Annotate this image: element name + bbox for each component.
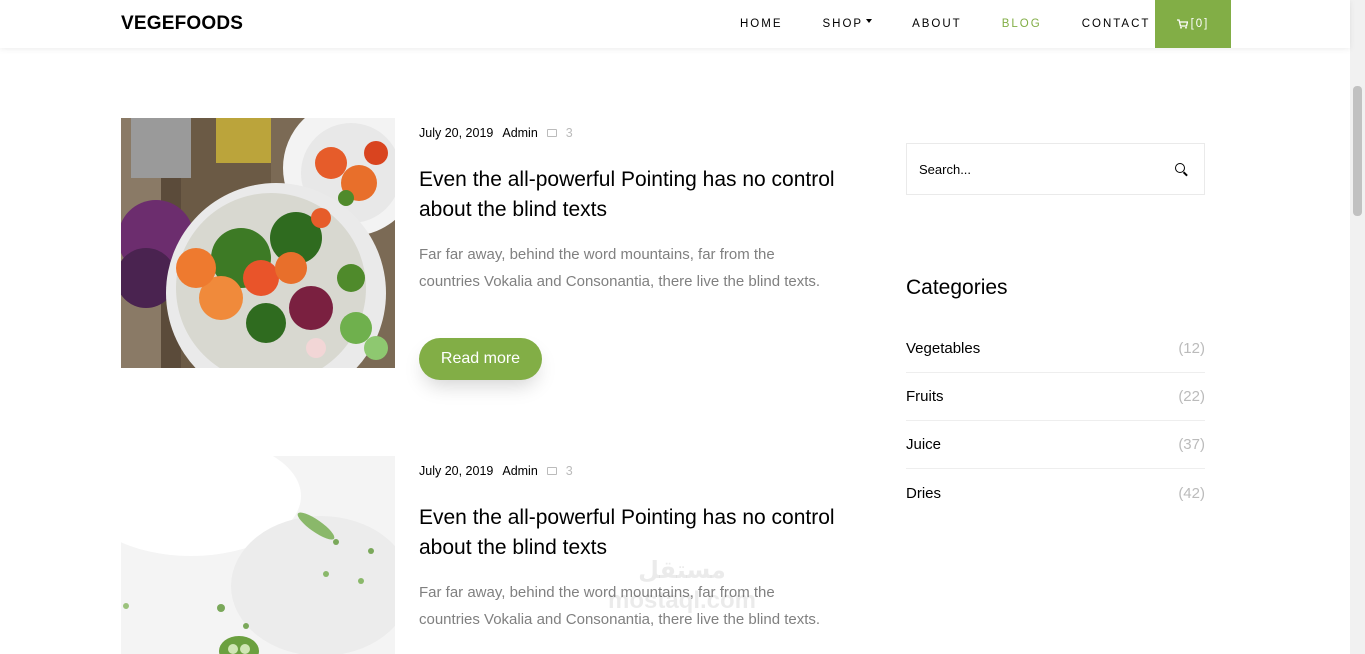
post-meta: July 20, 2019 Admin 3	[419, 126, 582, 140]
chat-icon	[546, 467, 557, 475]
caret-down-icon	[866, 19, 873, 23]
category-label: Dries	[906, 484, 942, 502]
post-image-salad[interactable]	[121, 118, 395, 368]
nav-label: BLOG	[1001, 18, 1042, 30]
categories-heading: Categories	[906, 276, 1008, 299]
nav-item-shop[interactable]: SHOP	[803, 0, 893, 48]
chat-icon	[546, 129, 557, 137]
nav-label: ABOUT	[912, 18, 962, 30]
nav-label: SHOP	[822, 18, 864, 30]
category-item-juice[interactable]: Juice (37)	[906, 421, 1205, 469]
nav-menu: HOME SHOP ABOUT BLOG CONTACT	[720, 0, 1170, 48]
read-more-button[interactable]: Read more	[419, 338, 542, 380]
scrollbar-thumb[interactable]	[1353, 86, 1362, 216]
search-input[interactable]	[907, 144, 1157, 194]
post-date[interactable]: July 20, 2019	[419, 126, 493, 140]
category-label: Vegetables	[906, 340, 981, 357]
category-count: (42)	[1178, 484, 1205, 502]
comment-count: 3	[565, 126, 573, 140]
category-count: (22)	[1178, 388, 1205, 405]
post-title[interactable]: Even the all-powerful Pointing has no co…	[419, 503, 839, 563]
post-meta: July 20, 2019 Admin 3	[419, 464, 582, 478]
comment-count: 3	[565, 464, 573, 478]
post-excerpt: Far far away, behind the word mountains,…	[419, 246, 821, 290]
categories-list: Vegetables (12) Fruits (22) Juice (37) D…	[906, 325, 1205, 517]
category-count: (12)	[1178, 340, 1205, 357]
post-excerpt: Far far away, behind the word mountains,…	[419, 584, 821, 628]
post-comments[interactable]: 3	[546, 126, 573, 140]
category-item-fruits[interactable]: Fruits (22)	[906, 373, 1205, 421]
category-label: Juice	[906, 436, 942, 453]
category-label: Fruits	[906, 388, 944, 405]
nav-item-home[interactable]: HOME	[720, 0, 803, 48]
search-box	[906, 143, 1205, 195]
cart-icon	[1176, 19, 1188, 29]
nav-label: HOME	[740, 18, 783, 30]
nav-item-about[interactable]: ABOUT	[892, 0, 982, 48]
post-image-peas[interactable]	[121, 456, 395, 654]
post-comments[interactable]: 3	[546, 464, 573, 478]
search-icon[interactable]	[1175, 163, 1185, 173]
post-author[interactable]: Admin	[502, 464, 537, 478]
post-date[interactable]: July 20, 2019	[419, 464, 493, 478]
category-item-dries[interactable]: Dries (42)	[906, 469, 1205, 517]
navbar: VEGEFOODS HOME SHOP ABOUT BLOG CONTACT […	[0, 0, 1350, 48]
nav-item-blog[interactable]: BLOG	[982, 0, 1062, 48]
post-author[interactable]: Admin	[502, 126, 537, 140]
category-item-vegetables[interactable]: Vegetables (12)	[906, 325, 1205, 373]
nav-label: CONTACT	[1081, 18, 1151, 30]
brand-logo[interactable]: VEGEFOODS	[121, 13, 243, 35]
page-scrollbar[interactable]	[1350, 0, 1365, 654]
cart-button[interactable]: [0]	[1155, 0, 1231, 48]
blog-entry: July 20, 2019 Admin 3 Even the all-power…	[121, 456, 841, 654]
cart-count: [0]	[1190, 18, 1210, 30]
post-title[interactable]: Even the all-powerful Pointing has no co…	[419, 165, 839, 225]
blog-entry: July 20, 2019 Admin 3 Even the all-power…	[121, 118, 841, 380]
category-count: (37)	[1178, 436, 1205, 453]
